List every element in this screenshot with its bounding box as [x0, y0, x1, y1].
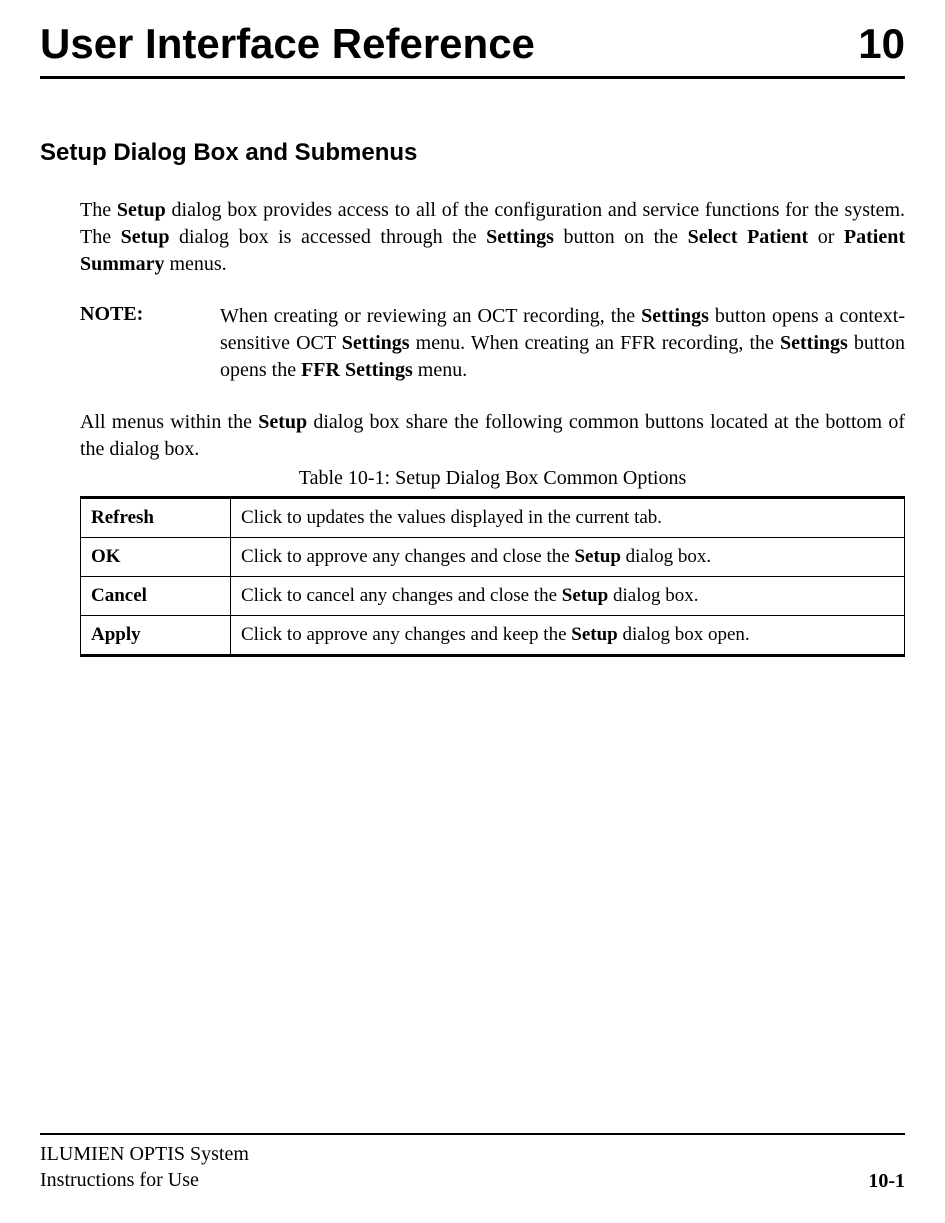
- chapter-title: User Interface Reference: [40, 20, 535, 68]
- option-label: Cancel: [81, 577, 231, 616]
- options-table: RefreshClick to updates the values displ…: [80, 496, 905, 657]
- chapter-header: User Interface Reference 10: [40, 20, 905, 79]
- footer-line2: Instructions for Use: [40, 1167, 249, 1193]
- page-footer: ILUMIEN OPTIS System Instructions for Us…: [40, 1133, 905, 1193]
- note-label: NOTE:: [80, 303, 220, 384]
- option-description: Click to updates the values displayed in…: [231, 498, 905, 538]
- option-label: Apply: [81, 616, 231, 656]
- table-row: RefreshClick to updates the values displ…: [81, 498, 905, 538]
- option-description: Click to cancel any changes and close th…: [231, 577, 905, 616]
- option-description: Click to approve any changes and close t…: [231, 538, 905, 577]
- table-row: ApplyClick to approve any changes and ke…: [81, 616, 905, 656]
- options-table-body: RefreshClick to updates the values displ…: [81, 498, 905, 656]
- note-text: When creating or reviewing an OCT record…: [220, 303, 905, 384]
- footer-line1: ILUMIEN OPTIS System: [40, 1141, 249, 1167]
- section-heading: Setup Dialog Box and Submenus: [40, 139, 905, 167]
- intro-paragraph: The Setup dialog box provides access to …: [80, 197, 905, 278]
- footer-left: ILUMIEN OPTIS System Instructions for Us…: [40, 1141, 249, 1193]
- option-label: OK: [81, 538, 231, 577]
- footer-page-number: 10-1: [868, 1170, 905, 1193]
- table-row: CancelClick to cancel any changes and cl…: [81, 577, 905, 616]
- option-description: Click to approve any changes and keep th…: [231, 616, 905, 656]
- option-label: Refresh: [81, 498, 231, 538]
- common-buttons-paragraph: All menus within the Setup dialog box sh…: [80, 409, 905, 463]
- table-row: OKClick to approve any changes and close…: [81, 538, 905, 577]
- chapter-number: 10: [858, 20, 905, 68]
- note-block: NOTE: When creating or reviewing an OCT …: [80, 303, 905, 384]
- table-caption: Table 10-1: Setup Dialog Box Common Opti…: [80, 467, 905, 490]
